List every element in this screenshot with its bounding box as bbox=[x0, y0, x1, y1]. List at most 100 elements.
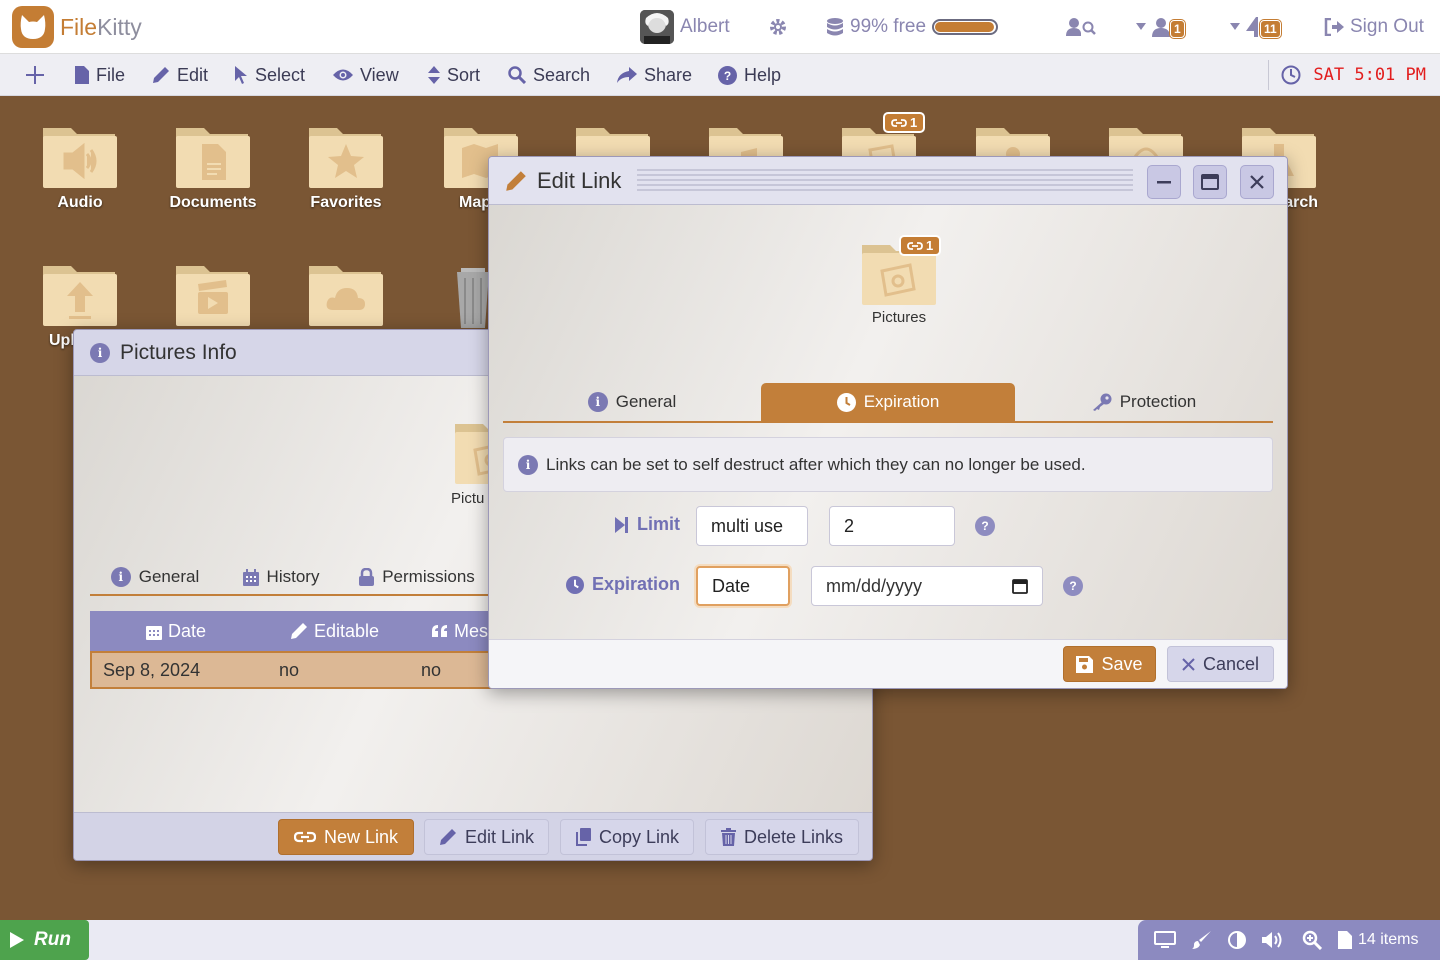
tab-expiration[interactable]: Expiration bbox=[761, 383, 1015, 421]
limit-label: Limit bbox=[615, 514, 680, 535]
limit-mode-value: multi use bbox=[711, 515, 784, 536]
column-date[interactable]: Date bbox=[146, 621, 206, 642]
clock-icon bbox=[836, 392, 856, 412]
floppy-icon bbox=[1076, 655, 1094, 673]
dock: Run 14 items bbox=[0, 920, 1440, 960]
clock-icon bbox=[1281, 65, 1301, 85]
tab-protection[interactable]: Protection bbox=[1015, 383, 1273, 421]
expiration-date-input[interactable]: mm/dd/yyyy bbox=[811, 566, 1043, 606]
expiration-label: Expiration bbox=[566, 574, 680, 595]
title-grip[interactable] bbox=[637, 169, 1133, 191]
zoom-icon[interactable] bbox=[1302, 930, 1322, 950]
cloud-folder-icon bbox=[309, 266, 383, 326]
expiration-mode-value: Date bbox=[712, 575, 751, 596]
delete-links-button[interactable]: Delete Links bbox=[705, 819, 859, 855]
column-date-label: Date bbox=[168, 620, 207, 641]
share-icon bbox=[617, 67, 637, 83]
copy-icon bbox=[575, 828, 591, 846]
volume-icon[interactable] bbox=[1262, 931, 1286, 949]
user-search-button[interactable] bbox=[1066, 0, 1096, 54]
menu-divider bbox=[1268, 60, 1269, 90]
maximize-icon bbox=[1201, 174, 1219, 190]
desktop-icon-audio[interactable]: Audio bbox=[25, 124, 135, 212]
link-count: 1 bbox=[926, 238, 934, 253]
app-name: FileKitty bbox=[60, 13, 142, 40]
clock[interactable]: SAT 5:01 PM bbox=[1281, 54, 1426, 96]
menu-search[interactable]: Search bbox=[508, 54, 590, 96]
pencil-icon bbox=[291, 623, 307, 639]
brush-icon[interactable] bbox=[1192, 931, 1212, 949]
desktop-icon-videos[interactable] bbox=[158, 262, 268, 328]
link-count-badge: 1 bbox=[899, 235, 942, 256]
documents-folder-icon bbox=[176, 128, 250, 188]
trash-icon bbox=[457, 268, 489, 328]
video-folder-icon bbox=[176, 266, 250, 326]
column-message[interactable]: Mes bbox=[432, 621, 488, 642]
limit-count-input[interactable]: 2 bbox=[829, 506, 955, 546]
menu-edit[interactable]: Edit bbox=[152, 54, 208, 96]
tab-general[interactable]: i General bbox=[503, 383, 761, 421]
app-logo[interactable]: FileKitty bbox=[12, 6, 142, 48]
new-link-button[interactable]: New Link bbox=[278, 819, 414, 855]
delete-links-label: Delete Links bbox=[743, 826, 844, 847]
menu-help[interactable]: ? Help bbox=[718, 54, 781, 96]
groups-menu[interactable]: 1 bbox=[1136, 0, 1185, 54]
storage-indicator[interactable]: 99% free bbox=[826, 0, 999, 54]
calendar-icon bbox=[242, 568, 259, 586]
menu-file[interactable]: File bbox=[75, 54, 125, 96]
copy-link-button[interactable]: Copy Link bbox=[560, 819, 694, 855]
storage-bar bbox=[932, 19, 999, 35]
contrast-icon[interactable] bbox=[1228, 931, 1246, 949]
sign-out-button[interactable]: Sign Out bbox=[1324, 0, 1424, 54]
minimize-button[interactable] bbox=[1147, 165, 1181, 199]
svg-text:?: ? bbox=[724, 69, 731, 83]
desktop-icon-label: Audio bbox=[57, 194, 103, 211]
notifications-badge: 11 bbox=[1260, 20, 1281, 38]
storage-fill bbox=[935, 22, 995, 32]
cancel-button[interactable]: Cancel bbox=[1167, 646, 1274, 682]
maximize-button[interactable] bbox=[1193, 165, 1227, 199]
user-menu[interactable]: Albert bbox=[640, 0, 730, 54]
eye-icon bbox=[333, 69, 353, 81]
run-button[interactable]: Run bbox=[0, 920, 89, 960]
save-button[interactable]: Save bbox=[1063, 646, 1156, 682]
close-button[interactable] bbox=[1240, 165, 1274, 199]
settings-button[interactable] bbox=[768, 0, 788, 54]
expiration-mode-select[interactable]: Date bbox=[696, 566, 790, 606]
column-editable[interactable]: Editable bbox=[290, 621, 379, 642]
info-window-title: Pictures Info bbox=[120, 340, 237, 364]
storage-text: 99% free bbox=[850, 16, 927, 37]
menu-share[interactable]: Share bbox=[617, 54, 692, 96]
desktop-icon-favorites[interactable]: Favorites bbox=[291, 124, 401, 212]
menu-file-label: File bbox=[96, 64, 126, 85]
notifications-menu[interactable]: 11 bbox=[1230, 0, 1281, 54]
limit-help-icon[interactable]: ? bbox=[975, 516, 995, 536]
monitor-icon[interactable] bbox=[1154, 931, 1176, 949]
link-icon bbox=[891, 118, 907, 127]
expiration-help-icon[interactable]: ? bbox=[1063, 576, 1083, 596]
menu-view[interactable]: View bbox=[333, 54, 399, 96]
menu-share-label: Share bbox=[644, 64, 693, 85]
pencil-icon bbox=[439, 829, 456, 845]
menu-search-label: Search bbox=[533, 64, 591, 85]
step-forward-icon bbox=[615, 516, 628, 533]
link-icon bbox=[293, 831, 316, 843]
tab-history[interactable]: History bbox=[220, 567, 342, 587]
new-link-label: New Link bbox=[323, 826, 399, 847]
tab-general[interactable]: i General bbox=[90, 567, 220, 587]
tab-permissions[interactable]: Permissions bbox=[342, 567, 492, 587]
desktop-icon-cloud[interactable] bbox=[291, 262, 401, 328]
add-button[interactable] bbox=[26, 54, 44, 96]
limit-mode-select[interactable]: multi use bbox=[696, 506, 808, 546]
items-count: 14 items bbox=[1338, 931, 1418, 949]
menu-sort[interactable]: Sort bbox=[428, 54, 480, 96]
edit-link-button[interactable]: Edit Link bbox=[424, 819, 549, 855]
edit-link-window[interactable]: Edit Link Pictures 1 i General Expiratio… bbox=[488, 156, 1288, 689]
upload-folder-icon bbox=[43, 266, 117, 326]
cat-logo-icon bbox=[12, 6, 54, 48]
menu-edit-label: Edit bbox=[177, 64, 209, 85]
menu-select[interactable]: Select bbox=[234, 54, 305, 96]
calendar-icon bbox=[1012, 579, 1028, 594]
menu-sort-label: Sort bbox=[447, 64, 481, 85]
desktop-icon-documents[interactable]: Documents bbox=[158, 124, 268, 212]
